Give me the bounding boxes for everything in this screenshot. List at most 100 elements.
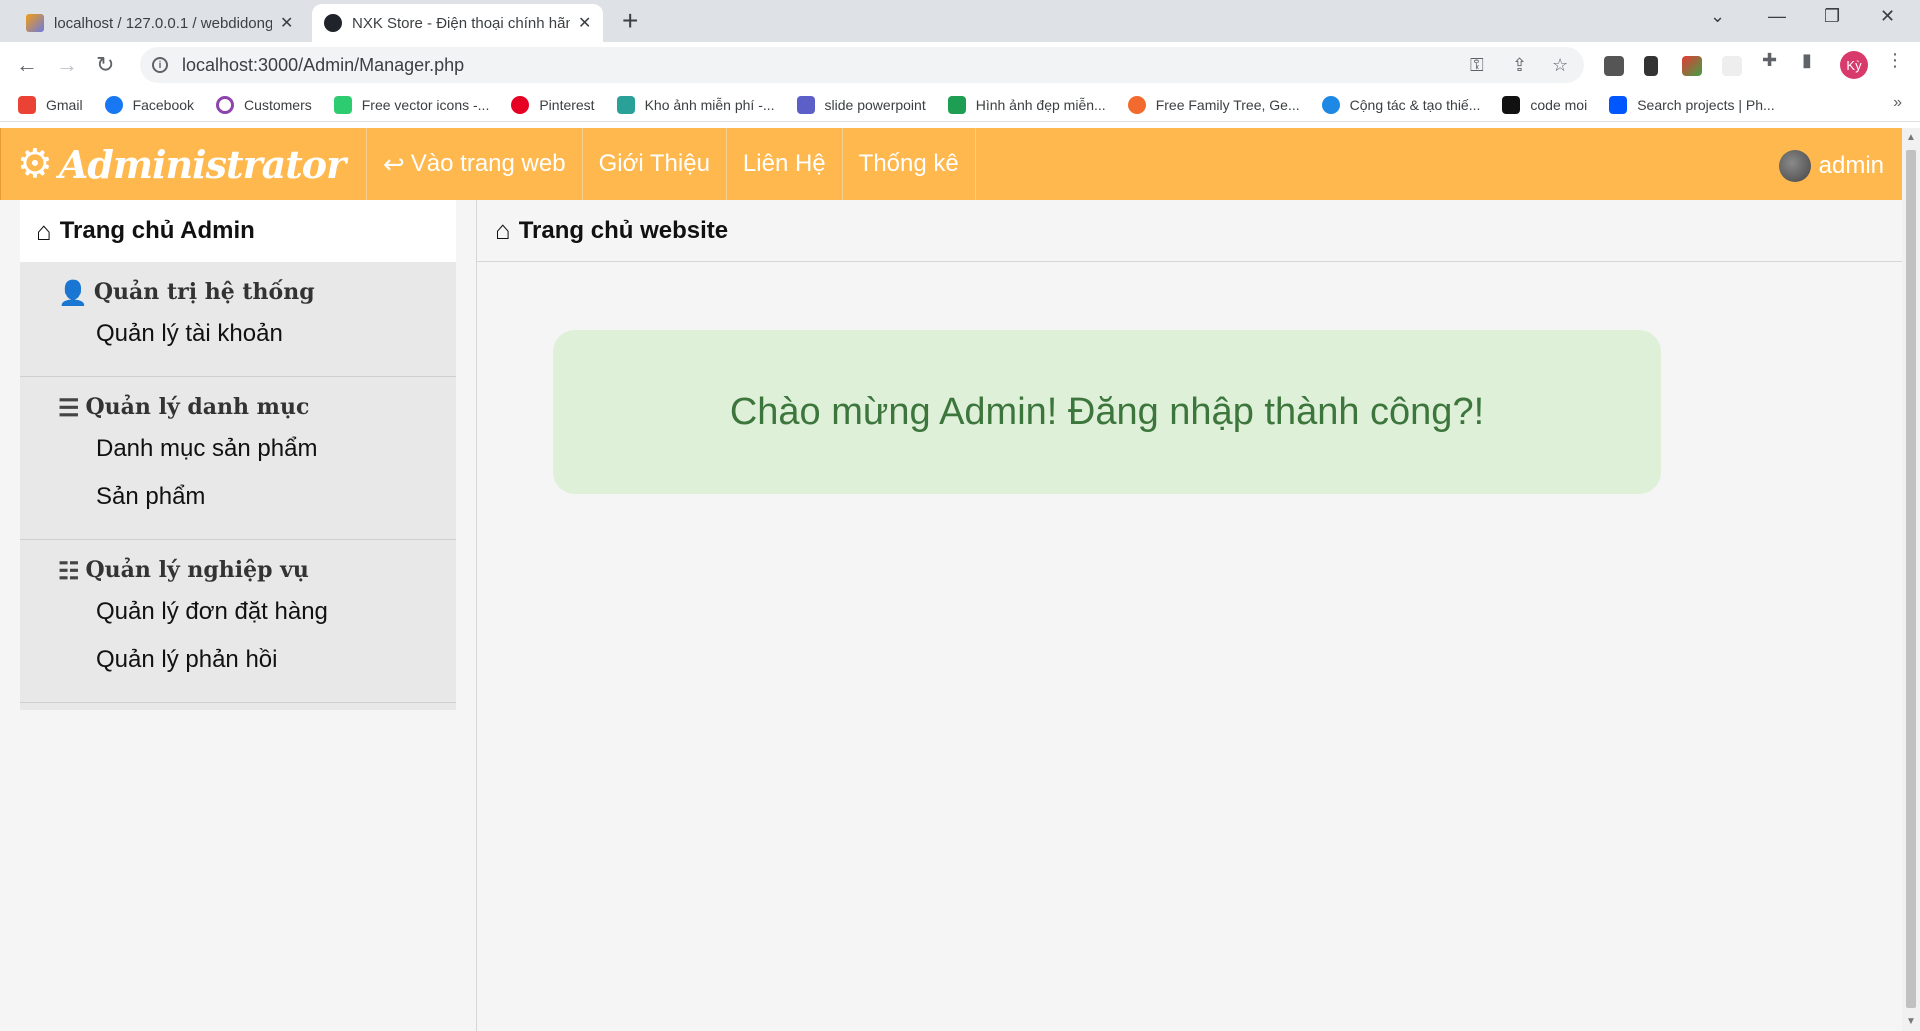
canva-icon (1321, 95, 1340, 114)
sidebar-item-accounts[interactable]: Quản lý tài khoản (20, 310, 456, 358)
nav-contact[interactable]: Liên Hệ (727, 128, 843, 200)
familytree-icon (1127, 95, 1146, 114)
bookmark[interactable]: slide powerpoint (796, 95, 926, 114)
window-close-icon[interactable]: ✕ (1880, 6, 1895, 27)
group-title-text: Quản lý danh mục (85, 394, 310, 420)
behance-icon (1609, 95, 1628, 114)
star-icon[interactable]: ☆ (1552, 55, 1568, 76)
bookmark-label: Hình ảnh đẹp miễn... (975, 96, 1106, 113)
site-info-icon[interactable]: i (152, 57, 168, 73)
page-scrollbar[interactable]: ▲ ▼ (1902, 128, 1920, 1031)
bookmark[interactable]: Free Family Tree, Ge... (1127, 95, 1300, 114)
bookmark[interactable]: code moi (1502, 95, 1587, 114)
browser-tab-nxk-store[interactable]: NXK Store - Điện thoại chính hãng ✕ (312, 4, 604, 42)
profile-avatar[interactable]: Kỳ (1840, 51, 1868, 79)
code-icon (1502, 95, 1521, 114)
extension-icon[interactable] (1644, 56, 1658, 76)
menu-icon[interactable]: ⋮ (1886, 50, 1904, 71)
brand[interactable]: ⚙ Administrator (1, 128, 367, 200)
extension-icon[interactable] (1604, 56, 1624, 76)
bookmark[interactable]: Hình ảnh đẹp miễn... (947, 95, 1106, 114)
username: admin (1818, 152, 1884, 179)
scroll-up-icon[interactable]: ▲ (1906, 132, 1916, 143)
sidebar-item-products[interactable]: Sản phẩm (20, 473, 456, 521)
restore-icon[interactable]: ❐ (1824, 6, 1840, 27)
sidebar-group-title: ☰ Quản lý danh mục (20, 389, 456, 425)
sidebar-group-system: 👤 Quản trị hệ thống Quản lý tài khoản (20, 262, 456, 377)
page-title: Trang chủ website (518, 216, 729, 244)
browser-tabbar: localhost / 127.0.0.1 / webdidong ✕ NXK … (0, 0, 1920, 42)
sidebar-item-categories[interactable]: Danh mục sản phẩm (20, 425, 456, 473)
user-icon: 👤 (58, 277, 88, 307)
close-icon[interactable]: ✕ (578, 13, 591, 33)
puzzle-icon[interactable]: ✚ (1762, 50, 1777, 71)
px-icon (947, 95, 966, 114)
image-icon (616, 95, 635, 114)
browser-toolbar: ← → ↻ i localhost:3000/Admin/Manager.php… (0, 42, 1920, 88)
bookmarks-bar: Gmail Facebook Customers Free vector ico… (0, 88, 1920, 122)
sidebar-item-orders[interactable]: Quản lý đơn đặt hàng (20, 588, 456, 636)
url-text: localhost:3000/Admin/Manager.php (182, 54, 465, 75)
sidepanel-icon[interactable]: ▮ (1802, 50, 1812, 71)
bookmark-label: Facebook (132, 96, 195, 113)
bookmark[interactable]: Cộng tác & tạo thiế... (1321, 95, 1481, 114)
forward-icon[interactable]: → (56, 52, 78, 78)
nav-visit-website[interactable]: ↩ Vào trang web (367, 128, 583, 200)
user-menu[interactable]: admin (1778, 150, 1884, 182)
react-icon (324, 14, 342, 32)
new-tab-button[interactable]: + (622, 6, 638, 36)
sidebar-group-operations: ☷ Quản lý nghiệp vụ Quản lý đơn đặt hàng… (20, 540, 456, 703)
welcome-alert: Chào mừng Admin! Đăng nhập thành công?! (553, 330, 1661, 494)
nav-statistics[interactable]: Thống kê (843, 128, 976, 200)
back-icon[interactable]: ← (16, 52, 38, 78)
tab-title: localhost / 127.0.0.1 / webdidong (54, 14, 272, 32)
bookmark-label: Free vector icons -... (361, 96, 490, 113)
close-icon[interactable]: ✕ (280, 13, 293, 33)
admin-topnav: ⚙ Administrator ↩ Vào trang web Giới Thi… (0, 128, 1902, 200)
home-icon: ⌂ (36, 215, 52, 246)
phpmyadmin-icon (26, 14, 44, 32)
nav-label: Vào trang web (410, 150, 566, 177)
nav-label: Thống kê (858, 150, 959, 177)
extension-icon[interactable] (1722, 56, 1742, 76)
content-header: ⌂ Trang chủ website (477, 200, 1902, 262)
extension-icon[interactable] (1682, 56, 1702, 76)
bookmark[interactable]: Search projects | Ph... (1609, 95, 1775, 114)
key-icon[interactable]: ⚿ (1470, 55, 1484, 76)
more-bookmarks-icon[interactable]: » (1893, 94, 1902, 112)
home-icon: ⌂ (495, 215, 511, 245)
share-icon[interactable]: ⇪ (1512, 55, 1527, 76)
sidebar-item-feedback[interactable]: Quản lý phản hồi (20, 636, 456, 684)
bookmark-label: Free Family Tree, Ge... (1155, 96, 1300, 113)
brand-title: Administrator (58, 141, 346, 187)
minimize-icon[interactable]: — (1768, 6, 1786, 27)
sidebar-group-catalog: ☰ Quản lý danh mục Danh mục sản phẩm Sản… (20, 377, 456, 540)
bookmark-label: Kho ảnh miễn phí -... (644, 96, 775, 113)
nav-about[interactable]: Giới Thiệu (583, 128, 727, 200)
main-content: ⌂ Trang chủ website Chào mừng Admin! Đăn… (476, 200, 1902, 1031)
bookmark-label: Pinterest (539, 96, 595, 113)
bookmark[interactable]: Free vector icons -... (333, 95, 490, 114)
sidebar-group-title: 👤 Quản trị hệ thống (20, 274, 456, 310)
tab-search-icon[interactable]: ⌄ (1710, 6, 1725, 27)
scroll-thumb[interactable] (1906, 150, 1916, 1008)
bookmark-label: slide powerpoint (824, 96, 926, 113)
browser-tab-phpmyadmin[interactable]: localhost / 127.0.0.1 / webdidong ✕ (14, 4, 305, 42)
bookmark[interactable]: Pinterest (511, 95, 595, 114)
sidebar-home[interactable]: ⌂ Trang chủ Admin (20, 200, 456, 262)
bookmark[interactable]: Customers (216, 95, 312, 114)
bookmark[interactable]: Facebook (104, 95, 195, 114)
gmail-icon (18, 95, 36, 114)
bookmark-label: Cộng tác & tạo thiế... (1349, 96, 1481, 113)
avatar (1778, 150, 1811, 182)
bookmark[interactable]: Gmail (18, 95, 83, 114)
scroll-down-icon[interactable]: ▼ (1906, 1016, 1916, 1027)
admin-page: ⚙ Administrator ↩ Vào trang web Giới Thi… (0, 128, 1902, 1031)
reload-icon[interactable]: ↻ (96, 52, 114, 78)
bookmark[interactable]: Kho ảnh miễn phí -... (616, 95, 775, 114)
group-title-text: Quản trị hệ thống (93, 279, 315, 305)
sidebar-group-title: ☷ Quản lý nghiệp vụ (20, 552, 456, 588)
address-bar[interactable]: i localhost:3000/Admin/Manager.php ⚿ ⇪ ☆ (140, 47, 1584, 83)
group-title-text: Quản lý nghiệp vụ (85, 557, 309, 583)
bookmark-label: Customers (244, 96, 312, 113)
